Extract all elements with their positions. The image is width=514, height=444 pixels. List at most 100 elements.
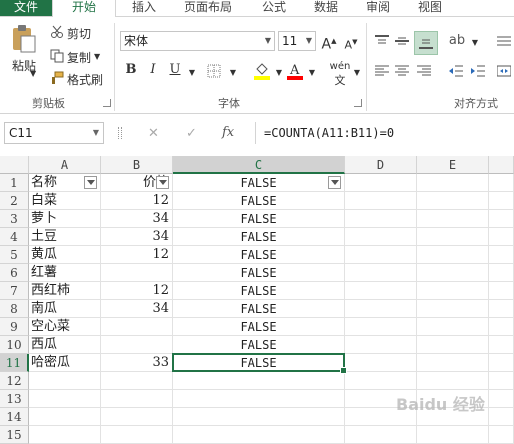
cell-d[interactable] <box>345 300 417 318</box>
cell-c[interactable]: FALSE <box>173 210 345 228</box>
row-header[interactable]: 13 <box>0 390 29 408</box>
font-name-box[interactable]: 宋体 ▼ <box>120 31 275 51</box>
cell-f[interactable] <box>489 174 514 192</box>
grow-font-button[interactable]: A▲ <box>320 32 338 53</box>
cell-f[interactable] <box>489 264 514 282</box>
phonetic-dropdown-icon[interactable]: ▼ <box>348 64 366 82</box>
cell-f[interactable] <box>489 426 514 444</box>
cell-c[interactable]: FALSE <box>173 228 345 246</box>
underline-dropdown-icon[interactable]: ▼ <box>183 64 201 82</box>
row-header[interactable]: 3 <box>0 210 29 228</box>
row-header[interactable]: 2 <box>0 192 29 210</box>
cell-d[interactable] <box>345 426 417 444</box>
paste-dropdown-icon[interactable]: ▼ <box>30 69 36 78</box>
cell-e[interactable] <box>417 354 489 372</box>
cell-a[interactable]: 红薯 <box>29 264 101 282</box>
orientation-icon[interactable]: ab <box>448 31 466 49</box>
tab-insert[interactable]: 插入 <box>124 0 164 16</box>
row-header[interactable]: 14 <box>0 408 29 426</box>
cell-b[interactable]: 33 <box>101 354 173 372</box>
copy-dropdown-icon[interactable]: ▼ <box>94 52 100 61</box>
cell-b[interactable]: 34 <box>101 300 173 318</box>
chevron-down-icon[interactable]: ▼ <box>265 32 271 50</box>
bottom-align-icon[interactable] <box>414 31 438 55</box>
cell-a[interactable]: 南瓜 <box>29 300 101 318</box>
cell-b[interactable]: 34 <box>101 210 173 228</box>
formula-input[interactable]: =COUNTA(A11:B11)=0 <box>255 122 514 144</box>
cell-f[interactable] <box>489 300 514 318</box>
cell-d[interactable] <box>345 246 417 264</box>
cell-e[interactable] <box>417 426 489 444</box>
grip-icon[interactable] <box>118 127 122 139</box>
row-header[interactable]: 7 <box>0 282 29 300</box>
font-color-icon[interactable]: A <box>287 61 303 81</box>
tab-formulas[interactable]: 公式 <box>252 0 296 16</box>
cancel-icon[interactable]: ✕ <box>148 126 159 141</box>
cell-f[interactable] <box>489 282 514 300</box>
cell-f[interactable] <box>489 318 514 336</box>
paste-icon[interactable] <box>10 23 38 55</box>
tab-review[interactable]: 审阅 <box>356 0 400 16</box>
merge-center-icon[interactable] <box>496 63 512 79</box>
align-center-icon[interactable] <box>394 63 410 79</box>
cell-e[interactable] <box>417 210 489 228</box>
cell-f[interactable] <box>489 228 514 246</box>
tab-data[interactable]: 数据 <box>304 0 348 16</box>
align-left-icon[interactable] <box>374 63 390 79</box>
cell-b[interactable] <box>101 372 173 390</box>
cell-a[interactable]: 白菜 <box>29 192 101 210</box>
font-size-box[interactable]: 11 ▼ <box>278 31 316 51</box>
cell-a[interactable] <box>29 426 101 444</box>
filter-dropdown-icon[interactable] <box>328 176 341 189</box>
chevron-down-icon[interactable]: ▼ <box>306 32 312 50</box>
chevron-down-icon[interactable]: ▼ <box>93 123 99 143</box>
cell-c[interactable] <box>173 408 345 426</box>
row-header[interactable]: 5 <box>0 246 29 264</box>
copy-label[interactable]: 复制 <box>67 49 91 66</box>
cell-b[interactable] <box>101 408 173 426</box>
cell-b[interactable] <box>101 426 173 444</box>
cell-c[interactable]: FALSE <box>173 264 345 282</box>
filter-dropdown-icon[interactable] <box>84 176 97 189</box>
middle-align-icon[interactable] <box>394 33 410 49</box>
orientation-dropdown-icon[interactable]: ▼ <box>466 34 484 52</box>
cell-e[interactable] <box>417 318 489 336</box>
column-header-f[interactable] <box>489 156 514 174</box>
clipboard-launcher-icon[interactable] <box>103 99 111 107</box>
bold-button[interactable]: B <box>122 61 140 79</box>
cell-b[interactable] <box>101 318 173 336</box>
cell-d[interactable] <box>345 228 417 246</box>
borders-dropdown-icon[interactable]: ▼ <box>224 64 242 82</box>
tab-page-layout[interactable]: 页面布局 <box>172 0 244 16</box>
cell-f[interactable] <box>489 390 514 408</box>
column-header-c[interactable]: C <box>173 156 345 174</box>
cell-e[interactable] <box>417 228 489 246</box>
cell-c[interactable]: FALSE <box>173 282 345 300</box>
cell-e[interactable] <box>417 282 489 300</box>
underline-button[interactable]: U <box>166 61 184 79</box>
row-header[interactable]: 1 <box>0 174 29 192</box>
cut-icon[interactable] <box>50 25 64 39</box>
cell-f[interactable] <box>489 372 514 390</box>
cell-f[interactable] <box>489 210 514 228</box>
column-header-d[interactable]: D <box>345 156 417 174</box>
cell-d[interactable] <box>345 192 417 210</box>
cell-e[interactable] <box>417 246 489 264</box>
row-header[interactable]: 10 <box>0 336 29 354</box>
cell-f[interactable] <box>489 408 514 426</box>
cell-a[interactable]: 西红柿 <box>29 282 101 300</box>
cell-d[interactable] <box>345 318 417 336</box>
font-color-dropdown-icon[interactable]: ▼ <box>303 64 321 82</box>
cell-a[interactable] <box>29 390 101 408</box>
cell-b[interactable]: 12 <box>101 246 173 264</box>
cell-d[interactable] <box>345 372 417 390</box>
italic-button[interactable]: I <box>144 61 162 79</box>
increase-indent-icon[interactable] <box>470 63 486 79</box>
cell-c[interactable]: FALSE <box>173 246 345 264</box>
decrease-indent-icon[interactable] <box>448 63 464 79</box>
cell-e[interactable] <box>417 192 489 210</box>
filter-dropdown-icon[interactable] <box>156 176 169 189</box>
row-header[interactable]: 9 <box>0 318 29 336</box>
cell-d[interactable] <box>345 174 417 192</box>
cell-c[interactable]: FALSE <box>173 318 345 336</box>
